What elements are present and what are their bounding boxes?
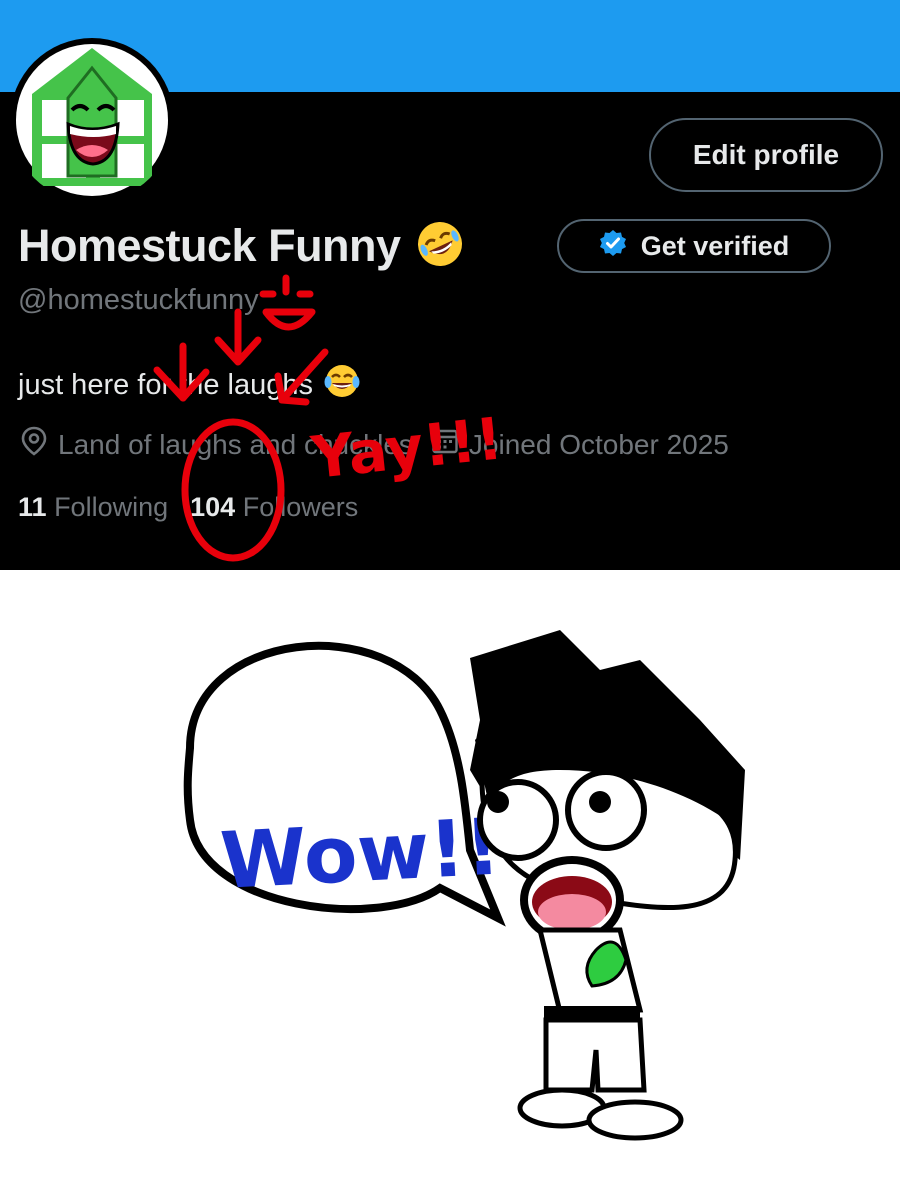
rolling-on-floor-laughing-emoji (415, 219, 465, 274)
joined-item: Joined October 2025 (431, 427, 729, 462)
followers-count: 104 (190, 492, 236, 522)
wow-text: Wow!! (218, 802, 502, 907)
speech-bubble: Wow!! (183, 641, 506, 927)
verified-badge-icon (599, 229, 627, 264)
followers-label: Followers (242, 492, 359, 522)
tears-of-joy-emoji (323, 362, 361, 408)
handle: @homestuckfunny (18, 284, 259, 316)
comic-drawing: Wow!! (183, 630, 745, 1141)
display-name: Homestuck Funny (18, 220, 401, 271)
location-item: Land of laughs and chuckles (20, 426, 413, 463)
follow-stats: 11 Following 104 Followers (18, 492, 358, 523)
bio: just here for the laughs (18, 362, 361, 408)
edit-profile-button[interactable]: Edit profile (649, 118, 883, 192)
profile-meta: Land of laughs and chuckles Joined Octob… (20, 426, 729, 463)
calendar-icon (431, 427, 459, 462)
joined-text: Joined October 2025 (468, 428, 729, 460)
following-label: Following (54, 492, 169, 522)
homestuck-character (470, 630, 745, 1141)
get-verified-label: Get verified (640, 230, 790, 261)
following-count: 11 (18, 492, 47, 522)
profile-header: Edit profile Homestuck Funny Get verifie… (0, 0, 900, 570)
bio-text: just here for the laughs (18, 368, 314, 401)
avatar[interactable] (10, 38, 174, 202)
get-verified-button[interactable]: Get verified (557, 219, 831, 273)
display-name-row: Homestuck Funny (18, 214, 465, 278)
followers-link[interactable]: 104 Followers (190, 492, 358, 523)
location-text: Land of laughs and chuckles (58, 428, 413, 460)
following-link[interactable]: 11 Following (18, 492, 168, 523)
location-pin-icon (20, 426, 48, 463)
